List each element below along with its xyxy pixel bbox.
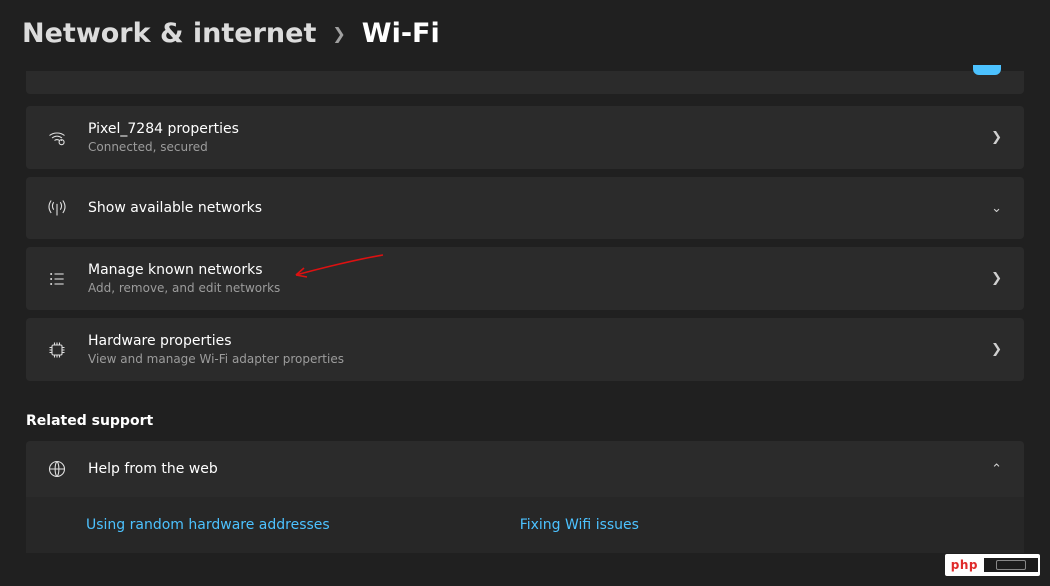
chevron-right-icon: ❯ [991,342,1002,357]
chevron-up-icon: ⌃ [991,462,1002,477]
watermark-box-icon [984,556,1040,574]
antenna-icon [46,198,68,218]
wifi-toggle-icon[interactable] [973,65,1001,75]
list-icon [46,269,68,289]
link-fixing-wifi[interactable]: Fixing Wifi issues [520,517,639,533]
related-support-label: Related support [0,381,1050,441]
help-title: Help from the web [88,460,218,479]
chevron-right-icon: ❯ [991,130,1002,145]
breadcrumb-parent[interactable]: Network & internet [22,18,316,49]
chip-icon [46,340,68,360]
manage-known-networks-card[interactable]: Manage known networks Add, remove, and e… [26,247,1024,310]
globe-icon [46,459,68,479]
watermark-badge: php [945,554,1040,576]
hardware-properties-card[interactable]: Hardware properties View and manage Wi-F… [26,318,1024,381]
help-from-web-card[interactable]: Help from the web ⌃ [26,441,1024,497]
annotation-arrow-icon [288,253,388,281]
watermark-text: php [945,556,984,574]
chevron-right-icon: ❯ [991,271,1002,286]
chevron-down-icon: ⌄ [991,201,1002,216]
available-networks-title: Show available networks [88,199,262,218]
chevron-right-icon: ❯ [332,24,345,43]
hardware-subtitle: View and manage Wi-Fi adapter properties [88,351,344,367]
link-random-addresses[interactable]: Using random hardware addresses [86,517,330,533]
network-title: Pixel_7284 properties [88,120,239,139]
breadcrumb-current: Wi-Fi [362,18,440,49]
known-networks-subtitle: Add, remove, and edit networks [88,280,280,296]
settings-panel-group: Pixel_7284 properties Connected, secured… [0,71,1050,381]
wifi-secured-icon [46,128,68,148]
hardware-title: Hardware properties [88,332,344,351]
wifi-toggle-card-partial[interactable] [26,71,1024,94]
show-available-networks-card[interactable]: Show available networks ⌄ [26,177,1024,239]
network-properties-card[interactable]: Pixel_7284 properties Connected, secured… [26,106,1024,169]
network-status: Connected, secured [88,139,239,155]
help-links-row: Using random hardware addresses Fixing W… [26,497,1024,553]
breadcrumb: Network & internet ❯ Wi-Fi [0,18,1050,49]
known-networks-title: Manage known networks [88,261,280,280]
